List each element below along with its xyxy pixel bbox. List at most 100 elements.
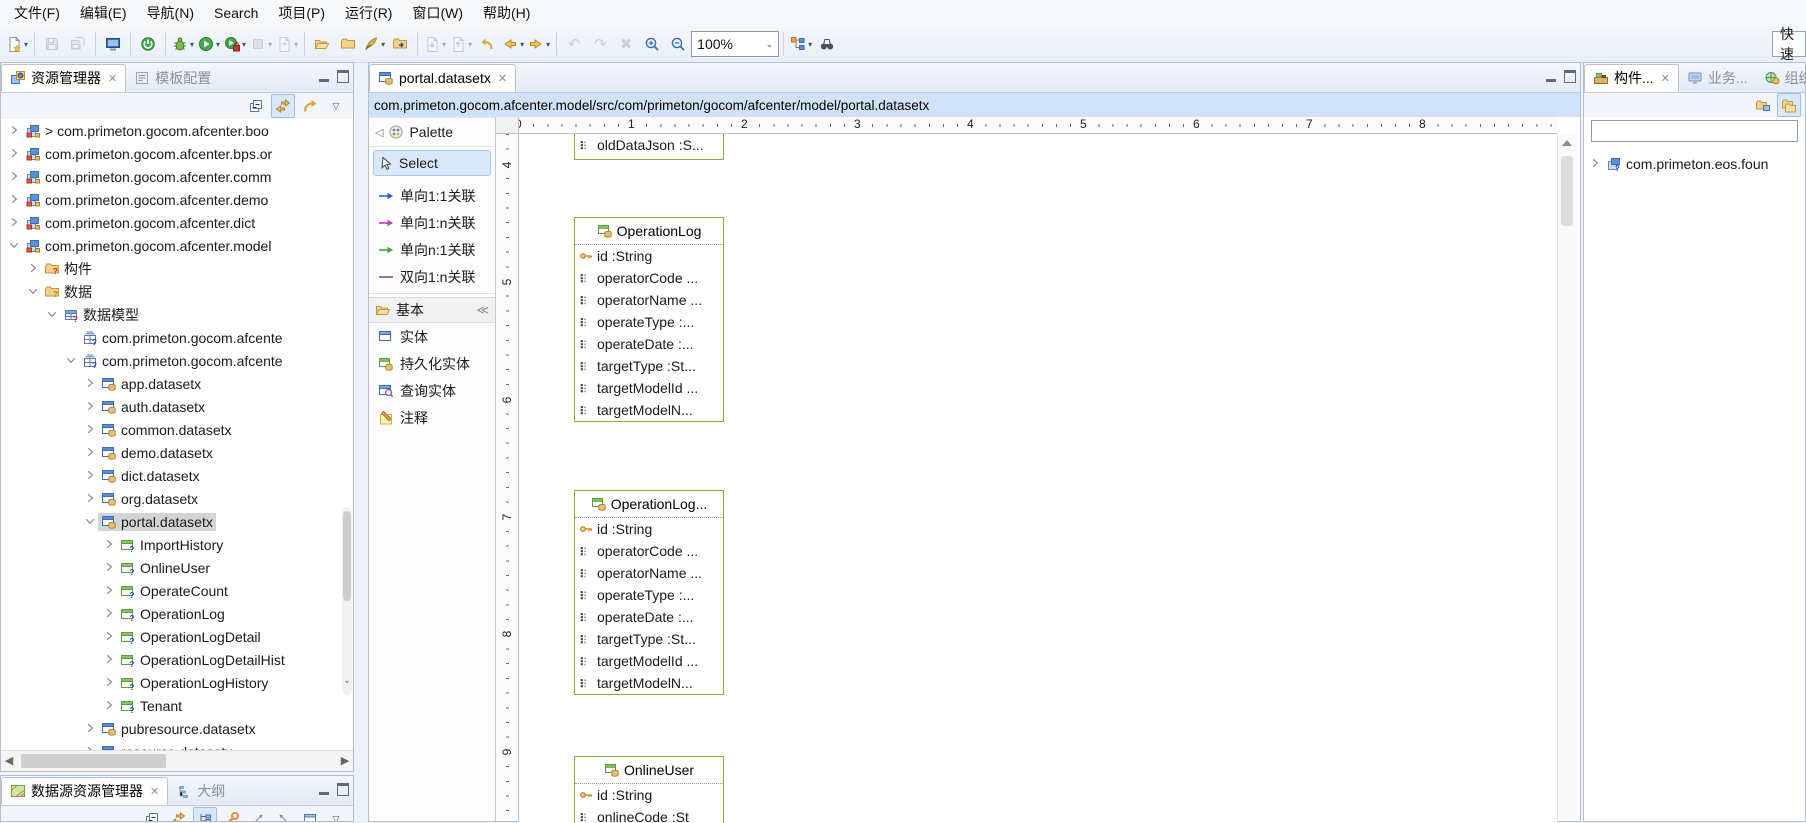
tab-resource-explorer[interactable]: 资源管理器 ✕ [1, 64, 126, 92]
tab-datasource-explorer[interactable]: 数据源资源管理器 ✕ [1, 777, 168, 805]
scroll-up-icon[interactable] [1562, 140, 1572, 146]
entity-box[interactable]: OnlineUserid :StringonlineCode :St [574, 756, 724, 823]
minimize-icon[interactable] [319, 79, 329, 82]
palette-tool-note[interactable]: 注释 [369, 404, 495, 431]
entity-field[interactable]: operateType :... [575, 584, 723, 606]
undo-button[interactable]: ↶ [561, 31, 587, 57]
link-with-editor-button[interactable] [167, 808, 189, 822]
chevron-right-icon[interactable] [26, 261, 41, 276]
palette-tool-relation[interactable]: 单向n:1关联 [369, 236, 495, 263]
tab-organization[interactable]: 组织... [1756, 64, 1806, 92]
entity-field[interactable]: targetModelId ... [575, 377, 723, 399]
menu-search[interactable]: Search [204, 0, 268, 26]
menu-edit[interactable]: 编辑(E) [70, 0, 137, 26]
tree-item[interactable]: ?数据 [1, 280, 353, 303]
palette-tool-relation[interactable]: 单向1:1关联 [369, 182, 495, 209]
power-button[interactable] [135, 31, 161, 57]
tab-components[interactable]: 构件... ✕ [1584, 64, 1679, 92]
tree-item[interactable]: ?ImportHistory [1, 533, 353, 556]
entity-field[interactable]: targetModelId ... [575, 650, 723, 672]
chevron-right-icon[interactable] [83, 422, 98, 437]
new-file-button[interactable]: ▾ [4, 31, 30, 57]
locate-button[interactable] [299, 95, 321, 117]
tree-item[interactable]: ?com.primeton.gocom.afcente [1, 326, 353, 349]
flat-view-button[interactable] [1752, 94, 1774, 116]
scroll-down-icon[interactable]: ⌄ [341, 675, 353, 689]
view-menu-button[interactable]: ▽ [325, 95, 347, 117]
chevron-right-icon[interactable] [7, 192, 22, 207]
chevron-right-icon[interactable] [7, 169, 22, 184]
entity-box[interactable]: oldDataJson :S...newDataJson :S... [574, 134, 724, 160]
entity-field[interactable]: targetType :St... [575, 355, 723, 377]
palette-tool-relation[interactable]: 双向1:n关联 [369, 263, 495, 290]
tree-item[interactable]: ?OperationLogDetail [1, 625, 353, 648]
chevron-right-icon[interactable] [83, 445, 98, 460]
stop-button[interactable]: ▾ [248, 31, 274, 57]
zoom-out-button[interactable] [665, 31, 691, 57]
tree-item[interactable]: org.datasetx [1, 487, 353, 510]
entity-field[interactable]: operateType :... [575, 311, 723, 333]
chevron-right-icon[interactable] [102, 629, 117, 644]
collapse-palette-icon[interactable]: ◁ [375, 126, 383, 139]
chevron-right-icon[interactable] [102, 675, 117, 690]
disconnect-button[interactable] [273, 808, 295, 822]
minimize-icon[interactable] [319, 792, 329, 795]
chevron-down-icon[interactable] [7, 238, 22, 253]
link-with-editor-button[interactable] [271, 94, 295, 118]
back-button[interactable]: ▾ [500, 31, 526, 57]
tree-item[interactable]: ?数据模型 [1, 303, 353, 326]
entity-field[interactable]: operateDate :... [575, 606, 723, 628]
filter-button[interactable] [221, 808, 243, 822]
entity-box[interactable]: OperationLog...id :StringoperatorCode ..… [574, 490, 724, 695]
chevron-down-icon[interactable] [26, 284, 41, 299]
tab-outline[interactable]: 大纲 [168, 777, 233, 805]
menu-navigate[interactable]: 导航(N) [137, 0, 204, 26]
palette-tool-query-entity[interactable]: 查询实体 [369, 377, 495, 404]
entity-field[interactable]: targetModelN... [575, 672, 723, 694]
view-menu-button[interactable]: ▽ [325, 808, 347, 822]
save-button[interactable] [39, 31, 65, 57]
back-curve-button[interactable] [474, 31, 500, 57]
chevron-down-icon[interactable] [45, 307, 60, 322]
scroll-left-icon[interactable]: ◀ [1, 753, 17, 769]
quick-access-button[interactable]: 快速 [1772, 31, 1806, 57]
tab-template-config[interactable]: 模板配置 [126, 64, 219, 92]
chevron-right-icon[interactable] [102, 537, 117, 552]
tree-item[interactable]: common.datasetx [1, 418, 353, 441]
menu-run[interactable]: 运行(R) [335, 0, 402, 26]
scrollbar-thumb[interactable] [21, 754, 166, 768]
chevron-right-icon[interactable] [7, 123, 22, 138]
feather-button[interactable]: ▾ [361, 31, 387, 57]
tree-item[interactable]: ?com.primeton.eos.foun [1584, 152, 1805, 175]
chevron-down-icon[interactable] [64, 353, 79, 368]
chevron-right-icon[interactable] [83, 468, 98, 483]
palette-header[interactable]: ◁ Palette [369, 118, 495, 147]
chevron-right-icon[interactable] [102, 652, 117, 667]
run-secure-button[interactable]: ▾ [222, 31, 248, 57]
close-icon[interactable]: ✕ [108, 72, 117, 85]
chevron-down-icon[interactable] [83, 514, 98, 529]
collapse-all-button[interactable] [141, 808, 163, 822]
tree-item[interactable]: portal.datasetx [1, 510, 353, 533]
palette-group-basic[interactable]: 基本 ≪ [369, 297, 495, 323]
entity-field[interactable]: oldDataJson :S... [575, 134, 723, 156]
tree-item[interactable]: com.primeton.gocom.afcenter.model [1, 234, 353, 257]
scrollbar-thumb[interactable] [1561, 156, 1573, 226]
entity-field[interactable]: id :String [575, 784, 723, 806]
palette-tool-persistent-entity[interactable]: 持久化实体 [369, 350, 495, 377]
tree-item[interactable]: ?Tenant [1, 694, 353, 717]
save-all-button[interactable] [65, 31, 91, 57]
tree-vertical-scrollbar[interactable] [342, 507, 352, 695]
entity-field[interactable]: newDataJson :S... [575, 156, 723, 160]
entity-field[interactable]: id :String [575, 518, 723, 540]
entity-field[interactable]: operatorCode ... [575, 267, 723, 289]
entity-field[interactable]: id :String [575, 245, 723, 267]
maximize-icon[interactable] [337, 70, 349, 83]
tree-item[interactable]: demo.datasetx [1, 441, 353, 464]
tab-portal-datasetx[interactable]: portal.datasetx ✕ [369, 64, 516, 92]
maximize-icon[interactable] [337, 783, 349, 796]
tree-item[interactable]: ?OperateCount [1, 579, 353, 602]
entity-field[interactable]: targetType :St... [575, 628, 723, 650]
tree-item[interactable]: dict.datasetx [1, 464, 353, 487]
chevron-right-icon[interactable] [7, 146, 22, 161]
